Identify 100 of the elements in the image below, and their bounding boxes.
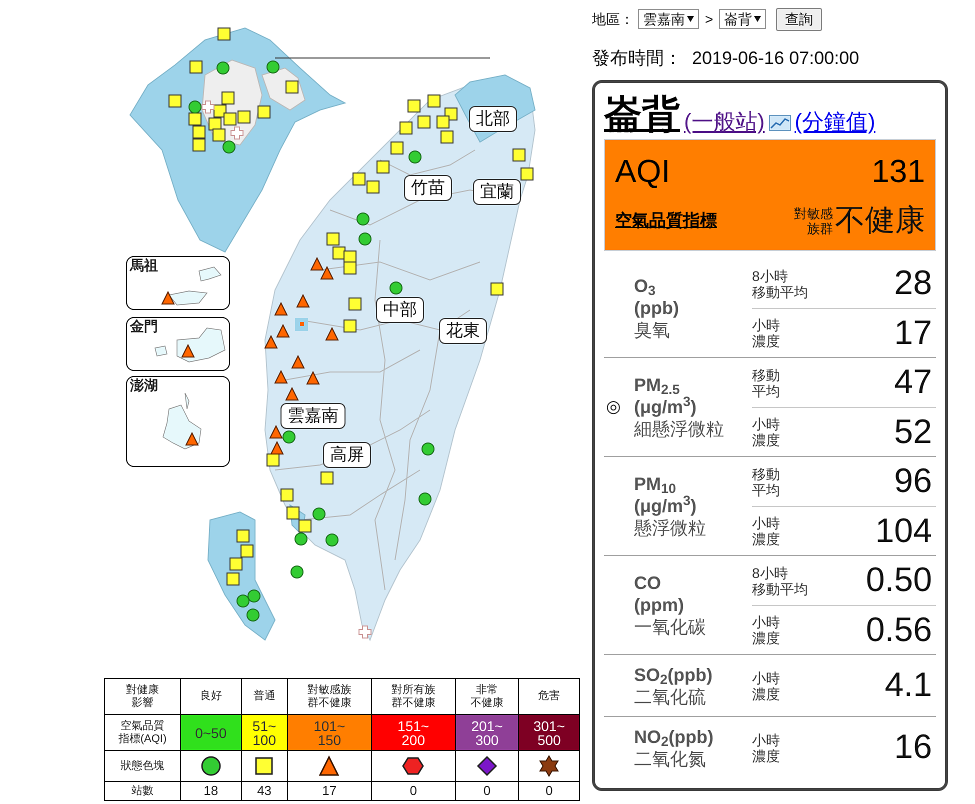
triangle-marker[interactable]	[285, 387, 299, 401]
level-label: 群不健康	[390, 696, 436, 710]
level-label: 對敏感族	[306, 684, 352, 696]
triangle-marker[interactable]	[296, 294, 310, 308]
inset-panel[interactable]: 馬祖	[126, 256, 230, 310]
search-button[interactable]: 查詢	[776, 8, 822, 30]
station-count: 43	[241, 782, 288, 800]
triangle-marker[interactable]	[185, 432, 199, 446]
island-drawing	[168, 266, 222, 306]
square-marker[interactable]	[366, 180, 380, 194]
square-marker[interactable]	[520, 167, 534, 181]
cross-marker[interactable]	[358, 625, 372, 639]
square-marker[interactable]	[343, 250, 357, 264]
level-label: 非常	[475, 684, 500, 696]
level-label: 危害	[537, 690, 562, 703]
square-marker[interactable]	[417, 115, 431, 129]
square-marker[interactable]	[376, 160, 390, 174]
region-label[interactable]: 高屏	[323, 442, 371, 468]
triangle-marker[interactable]	[270, 441, 284, 455]
inset-panel[interactable]: 澎湖	[126, 376, 230, 467]
square-marker[interactable]	[320, 471, 334, 485]
square-marker[interactable]	[286, 506, 300, 520]
triangle-marker[interactable]	[325, 327, 339, 341]
reading-value: 104	[875, 510, 933, 552]
square-marker[interactable]	[192, 138, 206, 152]
square-marker[interactable]	[236, 529, 250, 543]
square-marker[interactable]	[440, 130, 454, 144]
square-marker[interactable]	[436, 115, 450, 129]
region-label[interactable]: 花東	[439, 318, 487, 344]
circle-marker[interactable]	[294, 532, 308, 546]
cross-marker[interactable]	[201, 100, 215, 114]
station-count: 0	[518, 782, 580, 800]
reading-value: 4.1	[884, 665, 933, 706]
station-type-link[interactable]: (一般站)	[684, 107, 765, 137]
square-marker[interactable]	[512, 148, 526, 162]
square-marker[interactable]	[212, 128, 226, 142]
triangle-marker[interactable]	[276, 324, 290, 338]
square-marker[interactable]	[332, 246, 346, 260]
square-marker[interactable]	[490, 282, 504, 296]
square-marker[interactable]	[399, 121, 413, 135]
triangle-marker[interactable]	[181, 344, 195, 358]
circle-marker[interactable]	[290, 565, 304, 579]
inset-label: 金門	[130, 319, 158, 333]
line-chart-icon[interactable]	[768, 115, 791, 131]
square-marker[interactable]	[266, 453, 280, 467]
minute-values-link[interactable]: (分鐘值)	[794, 107, 876, 137]
region-label[interactable]: 雲嘉南	[280, 403, 346, 429]
pollutant-unit: (μg/m$^{3}$)	[634, 396, 698, 418]
square-marker[interactable]	[240, 544, 254, 558]
reading-label: 小時	[752, 614, 780, 630]
triangle-marker[interactable]	[291, 355, 305, 369]
square-marker[interactable]	[326, 232, 340, 246]
cross-marker[interactable]	[230, 126, 244, 140]
square-marker[interactable]	[285, 80, 299, 94]
region-label[interactable]: 中部	[376, 297, 424, 323]
reading-label: 小時	[752, 317, 780, 333]
triangle-marker[interactable]	[274, 370, 288, 384]
triangle-marker[interactable]	[269, 425, 283, 439]
station-name-link[interactable]: 崙背	[604, 93, 680, 137]
region-label[interactable]: 竹苗	[404, 175, 452, 201]
square-marker[interactable]	[257, 105, 271, 119]
square-marker[interactable]	[352, 172, 366, 186]
triangle-marker[interactable]	[161, 291, 175, 305]
square-marker[interactable]	[217, 27, 231, 41]
square-marker[interactable]	[226, 572, 240, 586]
square-marker[interactable]	[237, 110, 251, 124]
square-marker[interactable]	[221, 91, 235, 105]
square-marker[interactable]	[298, 519, 312, 533]
square-marker[interactable]	[192, 125, 206, 139]
square-marker[interactable]	[390, 141, 404, 155]
reading-label: 平均	[752, 482, 780, 498]
pollutant-label: 一氧化碳	[634, 616, 706, 638]
square-marker[interactable]	[348, 297, 362, 311]
pollutant-name: SO$_{2}$(ppb)	[634, 664, 713, 686]
square-marker[interactable]	[223, 112, 237, 126]
triangle-marker[interactable]	[264, 335, 278, 349]
square-marker[interactable]	[407, 99, 421, 113]
triangle-marker[interactable]	[320, 266, 334, 280]
triangle-marker[interactable]	[274, 302, 288, 316]
square-marker[interactable]	[168, 94, 182, 108]
square-marker[interactable]	[208, 117, 222, 131]
inset-panel[interactable]: 金門	[126, 317, 230, 371]
level-label: 對所有族	[390, 684, 436, 696]
square-marker[interactable]	[343, 319, 357, 333]
triangle-marker[interactable]	[306, 371, 320, 385]
region-label[interactable]: 北部	[469, 106, 517, 132]
station-select[interactable]: 崙背	[719, 9, 766, 29]
triangle-marker[interactable]	[310, 257, 324, 271]
square-marker[interactable]	[343, 261, 357, 275]
square-marker[interactable]	[188, 112, 202, 126]
region-label[interactable]: 宜蘭	[473, 179, 521, 205]
square-marker[interactable]	[229, 557, 243, 571]
region-select[interactable]: 雲嘉南	[638, 9, 699, 29]
square-marker[interactable]	[280, 488, 294, 502]
square-marker[interactable]	[427, 94, 441, 108]
square-marker[interactable]	[189, 60, 203, 74]
pollutant-name: PM$_{2.5}$	[634, 374, 681, 396]
aqi-info-link[interactable]: 空氣品質指標	[615, 208, 717, 234]
square-marker[interactable]	[213, 104, 227, 118]
sensitive-group-text: 族群	[806, 220, 833, 236]
